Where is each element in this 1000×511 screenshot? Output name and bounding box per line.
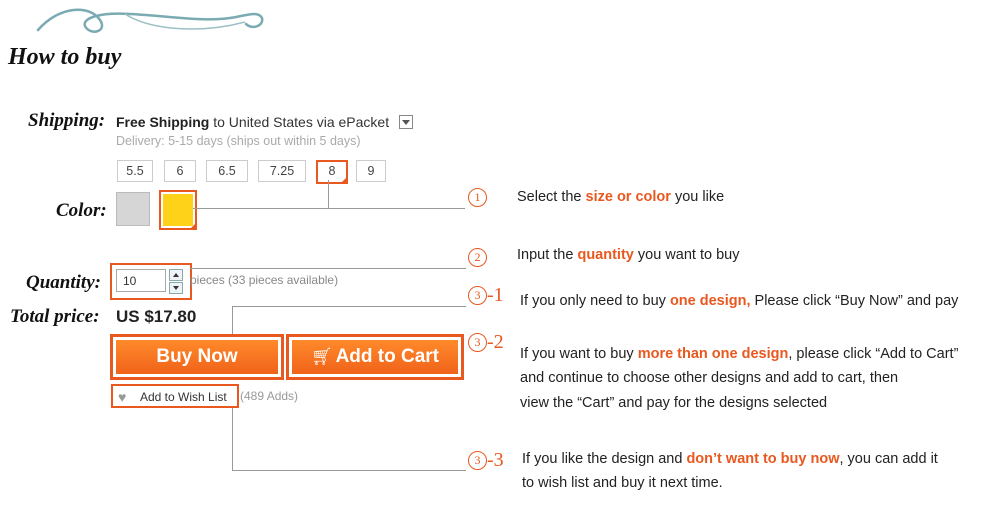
add-to-wish-list-button[interactable]: ♥ Add to Wish List (111, 384, 239, 408)
text: , please click “Add to Cart” (788, 346, 959, 362)
step-circle: 3 (468, 451, 487, 470)
text: Select the (517, 189, 586, 205)
connector-line (232, 306, 466, 307)
step-circle: 3 (468, 286, 487, 305)
wish-list-count: (489 Adds) (240, 389, 299, 403)
highlight: quantity (577, 247, 634, 263)
dropdown-arrow-icon[interactable] (399, 115, 413, 129)
color-swatch-yellow-selected[interactable] (159, 190, 197, 230)
step-suffix: -3 (487, 449, 504, 471)
total-price: US $17.80 (116, 307, 197, 326)
text: If you like the design and (522, 451, 687, 467)
text: Input the (517, 247, 578, 263)
buy-now-frame: Buy Now (110, 334, 284, 380)
step-circle: 2 (468, 248, 487, 267)
step-3-3-text: If you like the design and don’t want to… (522, 451, 938, 467)
size-selected-label: 8 (328, 164, 336, 178)
connector-line (193, 208, 465, 209)
size-option[interactable]: 5.5 (117, 160, 153, 182)
text: If you only need to buy (520, 293, 670, 309)
increment-icon[interactable] (169, 269, 183, 281)
page-title: How to buy (8, 44, 122, 70)
step-3-2-text: If you want to buy more than one design,… (520, 346, 958, 362)
connector-line (232, 470, 466, 471)
heart-icon: ♥ (118, 389, 127, 405)
step-3-1-text: If you only need to buy one design, Plea… (520, 293, 958, 309)
step-3-1-marker: 3 -1 (468, 284, 504, 307)
text: Please click “Buy Now” and pay (750, 293, 959, 309)
quantity-label: Quantity: (26, 272, 101, 293)
size-option[interactable]: 6 (164, 160, 196, 182)
quantity-stepper[interactable] (169, 269, 183, 294)
highlight: size or color (585, 189, 671, 205)
decrement-icon[interactable] (169, 282, 183, 294)
wish-list-label: Add to Wish List (140, 390, 227, 404)
shipping-method[interactable]: Free Shipping to United States via ePack… (116, 114, 413, 130)
selected-check-icon (340, 176, 348, 184)
step-1-marker: 1 (468, 186, 487, 209)
highlight: don’t want to buy now (686, 451, 840, 467)
size-option-selected[interactable]: 8 (316, 160, 348, 184)
cart-icon: 🛒︎ (310, 347, 333, 366)
size-option[interactable]: 7.25 (258, 160, 306, 182)
step-2-marker: 2 (468, 246, 487, 269)
add-to-cart-label: Add to Cart (335, 346, 440, 367)
step-circle: 3 (468, 333, 487, 352)
text: you like (670, 189, 725, 205)
add-to-cart-frame: 🛒︎ Add to Cart (286, 334, 464, 380)
decorative-swirl (36, 8, 264, 33)
step-suffix: -2 (487, 331, 504, 353)
step-circle: 1 (468, 188, 487, 207)
quantity-highlight: 10 (110, 263, 192, 300)
add-to-cart-button[interactable]: 🛒︎ Add to Cart (292, 340, 458, 374)
step-3-2-text-line3: view the “Cart” and pay for the designs … (520, 395, 828, 411)
free-shipping-text: Free Shipping (116, 114, 210, 130)
delivery-info: Delivery: 5-15 days (ships out within 5 … (116, 134, 361, 148)
step-3-3-marker: 3 -3 (468, 449, 504, 472)
connector-line (232, 408, 233, 470)
size-option[interactable]: 6.5 (206, 160, 248, 182)
step-3-2-text-line2: and continue to choose other designs and… (520, 370, 899, 386)
total-price-label: Total price: (10, 306, 100, 327)
connector-line (328, 180, 329, 209)
step-1-text: Select the size or color you like (517, 189, 724, 205)
text: If you want to buy (520, 346, 638, 362)
step-2-text: Input the quantity you want to buy (517, 247, 739, 263)
step-3-2-marker: 3 -2 (468, 331, 504, 354)
color-label: Color: (56, 200, 107, 221)
step-suffix: -1 (487, 284, 504, 306)
color-swatch-gray[interactable] (116, 192, 150, 226)
connector-line (190, 268, 466, 269)
step-3-3-text-line2: to wish list and buy it next time. (522, 475, 723, 491)
shipping-label: Shipping: (28, 110, 106, 131)
highlight: one design, (669, 293, 751, 309)
size-option[interactable]: 9 (356, 160, 386, 182)
text: you want to buy (633, 247, 740, 263)
text: , you can add it (839, 451, 938, 467)
buy-now-button[interactable]: Buy Now (116, 340, 278, 374)
quantity-input[interactable]: 10 (116, 269, 166, 292)
selected-check-icon (189, 222, 197, 230)
shipping-destination: to United States via ePacket (213, 114, 390, 130)
highlight: more than one design (637, 346, 789, 362)
connector-line (232, 306, 233, 334)
quantity-available: pieces (33 pieces available) (190, 273, 339, 287)
